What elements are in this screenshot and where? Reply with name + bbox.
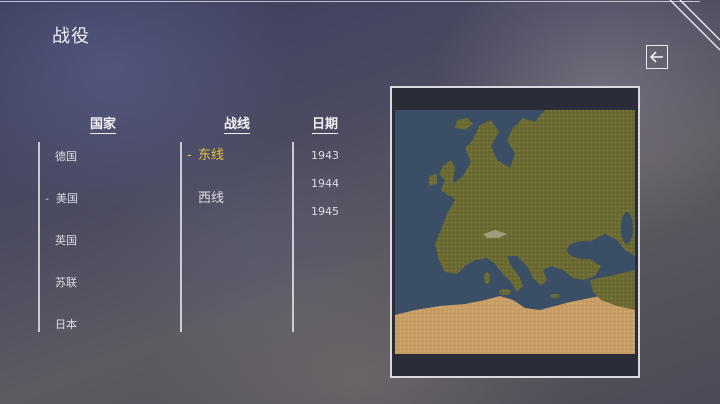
country-column-header: 国家 — [90, 117, 117, 134]
front-column-divider — [180, 142, 182, 332]
back-button[interactable] — [646, 45, 668, 69]
selected-marker: - — [45, 192, 49, 205]
country-item-uk[interactable]: 英国 — [55, 234, 77, 248]
front-column-header: 战线 — [224, 117, 251, 134]
date-item-1944[interactable]: 1944 — [311, 177, 339, 191]
date-column-divider — [292, 142, 294, 332]
front-item-east[interactable]: - 东线 — [187, 149, 224, 163]
map-preview-frame — [390, 86, 640, 378]
arrow-left-icon — [650, 51, 663, 63]
country-item-germany[interactable]: 德国 — [55, 150, 77, 164]
corner-decoration — [669, 0, 720, 51]
date-item-1943[interactable]: 1943 — [311, 149, 339, 163]
europe-map-image — [395, 110, 635, 354]
selected-marker: - — [187, 148, 192, 163]
top-border-line — [0, 1, 700, 2]
country-column-divider — [38, 142, 40, 332]
country-item-japan[interactable]: 日本 — [55, 318, 77, 332]
date-item-1945[interactable]: 1945 — [311, 205, 339, 219]
country-item-usa[interactable]: - 美国 — [45, 192, 78, 206]
page-title: 战役 — [52, 26, 90, 47]
country-item-ussr[interactable]: 苏联 — [55, 276, 77, 290]
date-column-header: 日期 — [312, 117, 339, 134]
front-item-west[interactable]: 西线 — [198, 192, 224, 206]
